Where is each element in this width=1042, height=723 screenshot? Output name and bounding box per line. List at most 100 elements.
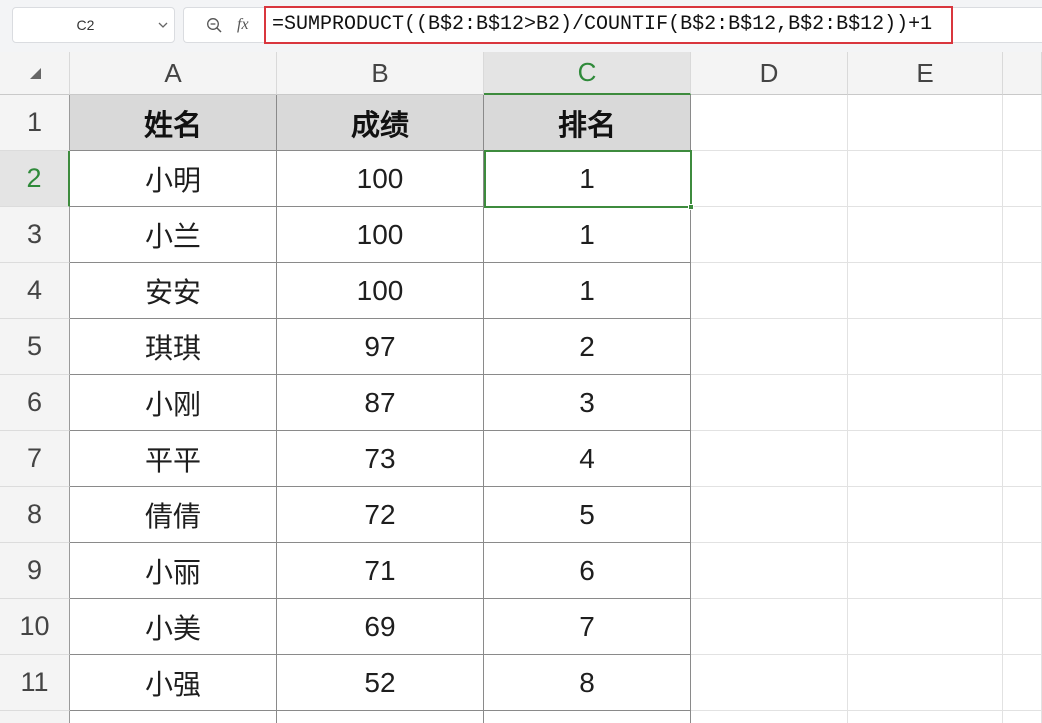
cell-E1[interactable] [848,95,1003,151]
cell-B7[interactable]: 73 [277,431,484,487]
cell-A11[interactable]: 小强 [70,655,277,711]
row-header-7[interactable]: 7 [0,431,70,487]
column-header-C[interactable]: C [484,52,691,95]
row-header-12[interactable] [0,711,70,723]
cell-B2[interactable]: 100 [277,151,484,207]
cell-F6[interactable] [1003,375,1042,431]
cell-D12[interactable] [691,711,848,723]
cell-E7[interactable] [848,431,1003,487]
cell-A8[interactable]: 倩倩 [70,487,277,543]
cell-B6[interactable]: 87 [277,375,484,431]
cell-D4[interactable] [691,263,848,319]
cell-D10[interactable] [691,599,848,655]
cell-B10[interactable]: 69 [277,599,484,655]
cell-D8[interactable] [691,487,848,543]
column-header-D[interactable]: D [691,52,848,95]
cell-F12[interactable] [1003,711,1042,723]
cell-E5[interactable] [848,319,1003,375]
fill-handle[interactable] [688,204,694,210]
cell-C7[interactable]: 4 [484,431,691,487]
cell-E4[interactable] [848,263,1003,319]
cell-F11[interactable] [1003,655,1042,711]
cell-B1[interactable]: 成绩 [277,95,484,151]
cell-E11[interactable] [848,655,1003,711]
row-header-5[interactable]: 5 [0,319,70,375]
cell-D11[interactable] [691,655,848,711]
cell-F1[interactable] [1003,95,1042,151]
cell-B4[interactable]: 100 [277,263,484,319]
cell-F7[interactable] [1003,431,1042,487]
spreadsheet-grid: A B C D E 1 姓名 成绩 排名 2 小明 100 1 3 小兰 100… [0,52,1042,723]
cell-E6[interactable] [848,375,1003,431]
cell-C10[interactable]: 7 [484,599,691,655]
cell-C3[interactable]: 1 [484,207,691,263]
insert-function-button[interactable]: fx [237,15,249,35]
cell-A5[interactable]: 琪琪 [70,319,277,375]
cell-C12[interactable] [484,711,691,723]
cell-D7[interactable] [691,431,848,487]
cell-B3[interactable]: 100 [277,207,484,263]
column-header-E[interactable]: E [848,52,1003,95]
cell-A2[interactable]: 小明 [70,151,277,207]
cell-E9[interactable] [848,543,1003,599]
select-all-button[interactable] [0,52,70,95]
cell-F2[interactable] [1003,151,1042,207]
select-all-icon [30,68,41,79]
row-header-8[interactable]: 8 [0,487,70,543]
name-box[interactable]: C2 [12,7,175,43]
column-header-B[interactable]: B [277,52,484,95]
row-header-10[interactable]: 10 [0,599,70,655]
cell-A12[interactable] [70,711,277,723]
cell-B11[interactable]: 52 [277,655,484,711]
cell-C8[interactable]: 5 [484,487,691,543]
cell-C5[interactable]: 2 [484,319,691,375]
column-header-F[interactable] [1003,52,1042,95]
cell-C6[interactable]: 3 [484,375,691,431]
cell-D3[interactable] [691,207,848,263]
formula-input[interactable]: =SUMPRODUCT((B$2:B$12>B2)/COUNTIF(B$2:B$… [264,6,953,44]
cell-A9[interactable]: 小丽 [70,543,277,599]
cell-E10[interactable] [848,599,1003,655]
cell-D9[interactable] [691,543,848,599]
cell-B5[interactable]: 97 [277,319,484,375]
cell-F10[interactable] [1003,599,1042,655]
cell-E12[interactable] [848,711,1003,723]
cell-A1[interactable]: 姓名 [70,95,277,151]
formula-bar: C2 fx =SUMPRODUCT((B$2:B$12>B2)/COUNTIF(… [0,0,1042,52]
row-header-11[interactable]: 11 [0,655,70,711]
cell-E3[interactable] [848,207,1003,263]
cell-B12[interactable] [277,711,484,723]
cell-B9[interactable]: 71 [277,543,484,599]
cell-D2[interactable] [691,151,848,207]
row-header-3[interactable]: 3 [0,207,70,263]
cell-C2[interactable]: 1 [484,151,691,207]
cell-F9[interactable] [1003,543,1042,599]
cell-D1[interactable] [691,95,848,151]
cell-C11[interactable]: 8 [484,655,691,711]
cell-B8[interactable]: 72 [277,487,484,543]
cell-D6[interactable] [691,375,848,431]
cell-A6[interactable]: 小刚 [70,375,277,431]
cell-E2[interactable] [848,151,1003,207]
cell-A3[interactable]: 小兰 [70,207,277,263]
row-header-2[interactable]: 2 [0,151,70,207]
column-header-A[interactable]: A [70,52,277,95]
cell-D5[interactable] [691,319,848,375]
cell-E8[interactable] [848,487,1003,543]
cell-F5[interactable] [1003,319,1042,375]
chevron-down-icon[interactable] [158,21,168,29]
cell-F3[interactable] [1003,207,1042,263]
cell-C4[interactable]: 1 [484,263,691,319]
zoom-icon[interactable] [206,17,223,34]
cell-C9[interactable]: 6 [484,543,691,599]
cell-F8[interactable] [1003,487,1042,543]
row-header-4[interactable]: 4 [0,263,70,319]
row-header-9[interactable]: 9 [0,543,70,599]
cell-A4[interactable]: 安安 [70,263,277,319]
row-header-6[interactable]: 6 [0,375,70,431]
cell-A10[interactable]: 小美 [70,599,277,655]
row-header-1[interactable]: 1 [0,95,70,151]
cell-C1[interactable]: 排名 [484,95,691,151]
cell-F4[interactable] [1003,263,1042,319]
cell-A7[interactable]: 平平 [70,431,277,487]
